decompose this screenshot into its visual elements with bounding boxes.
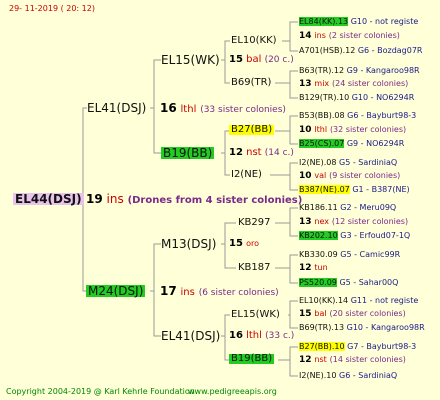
dam-name[interactable]: EL41(DSJ) (87, 102, 146, 114)
grandparent-el15-name[interactable]: EL15(WK) (161, 54, 220, 66)
g4-row-17: 12 tun (299, 263, 328, 273)
website-link[interactable]: www.pedigreeapis.org (188, 388, 277, 396)
sire-info: 17 ins (6 sister colonies) (160, 285, 279, 298)
g4-row-10: I2(NE).08 G5 - SardiniaQ (299, 158, 398, 167)
g4-name-10[interactable]: I2(NE).08 (299, 158, 336, 167)
g4-name-12[interactable]: B387(NE).07 (299, 185, 350, 194)
dam-generation: 16 (160, 101, 177, 115)
g4-row-4: B63(TR).12 G9 - Kangaroo98R (299, 66, 420, 75)
root-breed-suffix: ins (106, 192, 124, 206)
sire-generation: 17 (160, 284, 177, 298)
ggp-i2ne[interactable]: I2(NE) (231, 170, 262, 180)
g4-row-12: B387(NE).07 G1 - B387(NE) (299, 185, 410, 194)
g4-name-4[interactable]: B63(TR).12 (299, 66, 344, 75)
g4-name-13[interactable]: KB186.11 (299, 203, 338, 212)
g4-name-3[interactable]: A701(HSB).12 (299, 46, 355, 55)
copyright-notice: Copyright 2004-2019 @ Karl Kehrle Founda… (6, 387, 195, 396)
g4-row-22: B27(BB).10 G7 - Bayburt98-3 (299, 342, 417, 351)
g4-row-16: KB330.09 G5 - Camic99R (299, 250, 401, 259)
g4-row-2: 14 ins (2 sister colonies) (299, 31, 400, 41)
generated-date: 29- 11-2019 ( 20: 12) (9, 4, 95, 13)
sire-sister-colonies: (6 sister colonies) (198, 288, 279, 298)
g4-row-11: 10 val (9 sister colonies) (299, 171, 401, 181)
g4-name-21[interactable]: B69(TR).13 (299, 323, 344, 332)
dam-info: 16 lthl (33 sister colonies) (160, 102, 286, 115)
g4-row-5: 13 mix (24 sister colonies) (299, 79, 409, 89)
g4-row-9: B25(CS).07 G9 - NO6294R (299, 139, 405, 148)
ggp-b27[interactable]: B27(BB) (229, 125, 275, 135)
grandparent-m13-name[interactable]: M13(DSJ) (161, 238, 216, 250)
g4-row-7: B53(BB).08 G6 - Bayburt98-3 (299, 111, 417, 120)
g4-name-18[interactable]: PS520.09 (299, 278, 337, 287)
grandparent-b19-info: 12 nst (14 c.) (229, 147, 294, 158)
grandparent-el41-name[interactable]: EL41(DSJ) (161, 330, 220, 342)
g4-row-21: B69(TR).13 G10 - Kangaroo98R (299, 323, 425, 332)
dam-sister-colonies: (33 sister colonies) (200, 105, 286, 115)
ggp-kb297[interactable]: KB297 (238, 218, 271, 228)
pedigree-canvas: 29- 11-2019 ( 20: 12) Copyright 2004-201… (0, 0, 440, 400)
ggp-b19[interactable]: B19(BB) (229, 354, 275, 364)
g4-name-15[interactable]: KB202.10 (299, 231, 338, 240)
g4-row-20: 15 bal (20 sister colonies) (299, 309, 406, 319)
g4-name-22[interactable]: B27(BB).10 (299, 342, 345, 351)
g4-row-6: B129(TR).10 G10 - NO6294R (299, 93, 415, 102)
g4-name-19[interactable]: EL10(KK).14 (299, 296, 348, 305)
grandparent-m13-info: 15 oro (229, 238, 260, 249)
grandparent-el15-info: 15 bal (20 c.) (229, 54, 294, 65)
g4-name-1[interactable]: EL84(KK).13 (299, 17, 349, 26)
sire-name[interactable]: M24(DSJ) (86, 285, 146, 297)
g4-name-6[interactable]: B129(TR).10 (299, 93, 349, 102)
g4-row-8: 10 lthl (32 sister colonies) (299, 125, 407, 135)
g4-row-13: KB186.11 G2 - Meru09Q (299, 203, 397, 212)
g4-name-9[interactable]: B25(CS).07 (299, 139, 345, 148)
g4-name-7[interactable]: B53(BB).08 (299, 111, 345, 120)
ggp-el10[interactable]: EL10(KK) (231, 36, 277, 46)
g4-row-3: A701(HSB).12 G6 - Bozdag07R (299, 46, 423, 55)
dam-breed-suffix: lthl (180, 104, 197, 115)
g4-name-24[interactable]: I2(NE).10 (299, 371, 336, 380)
g4-row-18: PS520.09 G5 - Sahar00Q (299, 278, 399, 287)
grandparent-b19-name[interactable]: B19(BB) (161, 147, 215, 159)
g4-row-24: I2(NE).10 G6 - SardiniaQ (299, 371, 398, 380)
ggp-el15[interactable]: EL15(WK) (231, 310, 280, 320)
g4-name-16[interactable]: KB330.09 (299, 250, 338, 259)
ggp-b69[interactable]: B69(TR) (231, 78, 271, 88)
root-queen-name[interactable]: EL44(DSJ) (13, 193, 84, 205)
g4-info-1: G10 - not registe (350, 17, 419, 26)
g4-row-15: KB202.10 G3 - Erfoud07-1Q (299, 231, 411, 240)
g4-row-14: 13 nex (12 sister colonies) (299, 217, 409, 227)
g4-row-19: EL10(KK).14 G11 - not registe (299, 296, 419, 305)
ggp-kb187[interactable]: KB187 (238, 263, 271, 273)
sire-breed-suffix: ins (180, 287, 195, 298)
root-drone-note: (Drones from 4 sister colonies) (127, 195, 303, 206)
g4-row-1: EL84(KK).13 G10 - not registe (299, 17, 419, 26)
root-queen-info: 19 ins (Drones from 4 sister colonies) (86, 193, 302, 206)
grandparent-el41-info: 16 lthl (33 c.) (229, 330, 295, 341)
g4-row-23: 12 nst (14 sister colonies) (299, 355, 406, 365)
root-generation: 19 (86, 192, 103, 206)
